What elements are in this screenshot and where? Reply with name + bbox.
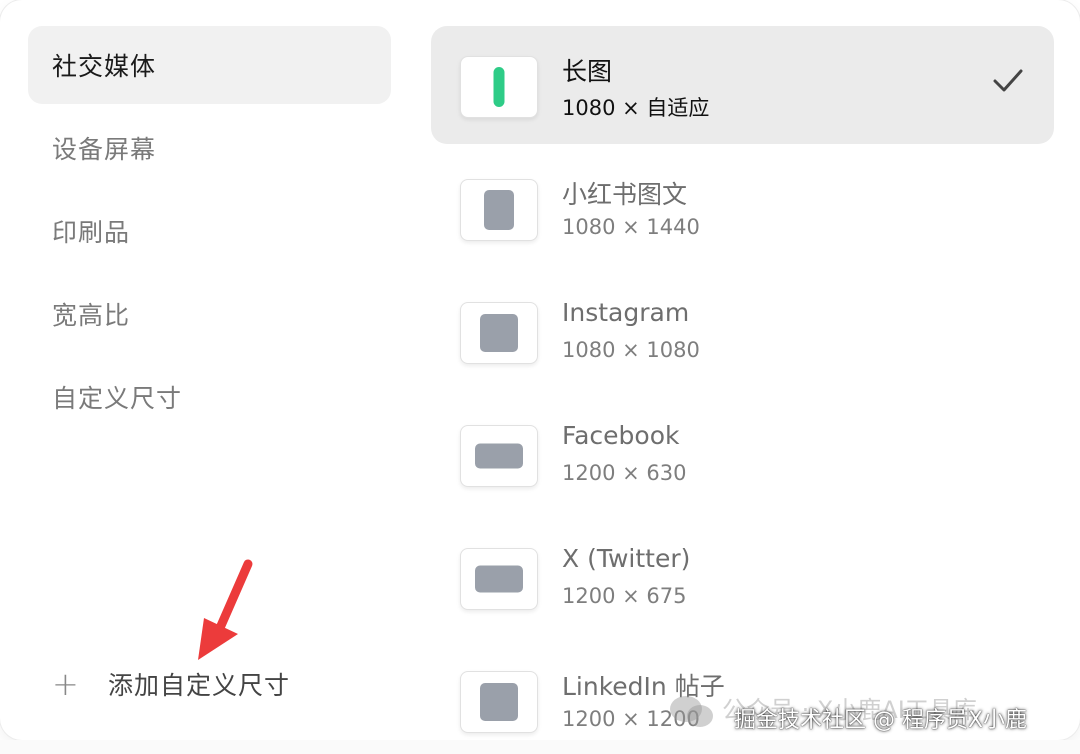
category-label: 设备屏幕 bbox=[52, 135, 157, 164]
preset-size: 1080 × 1440 bbox=[562, 215, 700, 239]
check-icon bbox=[993, 69, 1023, 92]
preset-xiaohongshu[interactable]: 小红书图文 1080 × 1440 bbox=[431, 149, 1054, 267]
preset-long-image[interactable]: 长图 1080 × 自适应 bbox=[431, 26, 1054, 144]
watermark: 公众号 · X小鹿AI工具库 掘金技术社区 @ 程序员X小鹿 bbox=[668, 690, 1068, 733]
preset-size: 1080 × 1080 bbox=[562, 338, 700, 362]
preset-facebook[interactable]: Facebook 1200 × 630 bbox=[431, 395, 1054, 513]
bottom-strip bbox=[0, 740, 1080, 754]
watermark-front-text: 掘金技术社区 @ 程序员X小鹿 bbox=[734, 708, 1028, 733]
plus-icon: + bbox=[52, 665, 79, 703]
annotation-arrow-icon bbox=[198, 559, 253, 660]
size-picker-panel: 社交媒体 设备屏幕 印刷品 宽高比 自定义尺寸 + 添加自定义尺寸 长图 108… bbox=[0, 0, 1080, 740]
preset-size: 1200 × 630 bbox=[562, 461, 687, 485]
preset-size: 1080 × 自适应 bbox=[562, 96, 710, 120]
landscape-icon bbox=[460, 548, 538, 610]
preset-x-twitter[interactable]: X (Twitter) 1200 × 675 bbox=[431, 518, 1054, 636]
preset-name: Facebook bbox=[562, 421, 680, 450]
add-custom-size-button[interactable]: + 添加自定义尺寸 bbox=[52, 662, 290, 706]
category-aspect-ratio[interactable]: 宽高比 bbox=[28, 275, 391, 353]
preset-instagram[interactable]: Instagram 1080 × 1080 bbox=[431, 272, 1054, 390]
category-label: 宽高比 bbox=[52, 301, 131, 330]
category-social-media[interactable]: 社交媒体 bbox=[28, 26, 391, 104]
category-label: 印刷品 bbox=[52, 218, 131, 247]
preset-name: X (Twitter) bbox=[562, 544, 691, 573]
category-label: 社交媒体 bbox=[52, 52, 157, 81]
wechat-icon bbox=[670, 696, 713, 727]
long-image-icon bbox=[460, 56, 538, 118]
category-device-screen[interactable]: 设备屏幕 bbox=[28, 109, 391, 187]
preset-name: 长图 bbox=[562, 57, 613, 86]
category-label: 自定义尺寸 bbox=[52, 384, 183, 413]
landscape-icon bbox=[460, 425, 538, 487]
category-print[interactable]: 印刷品 bbox=[28, 192, 391, 270]
category-custom-size[interactable]: 自定义尺寸 bbox=[28, 358, 391, 436]
preset-name: 小红书图文 bbox=[562, 180, 688, 209]
add-custom-size-label: 添加自定义尺寸 bbox=[108, 671, 291, 700]
portrait-icon bbox=[460, 179, 538, 241]
preset-size: 1200 × 675 bbox=[562, 584, 687, 608]
preset-name: Instagram bbox=[562, 298, 690, 327]
square-icon bbox=[460, 302, 538, 364]
square-icon bbox=[460, 671, 538, 733]
